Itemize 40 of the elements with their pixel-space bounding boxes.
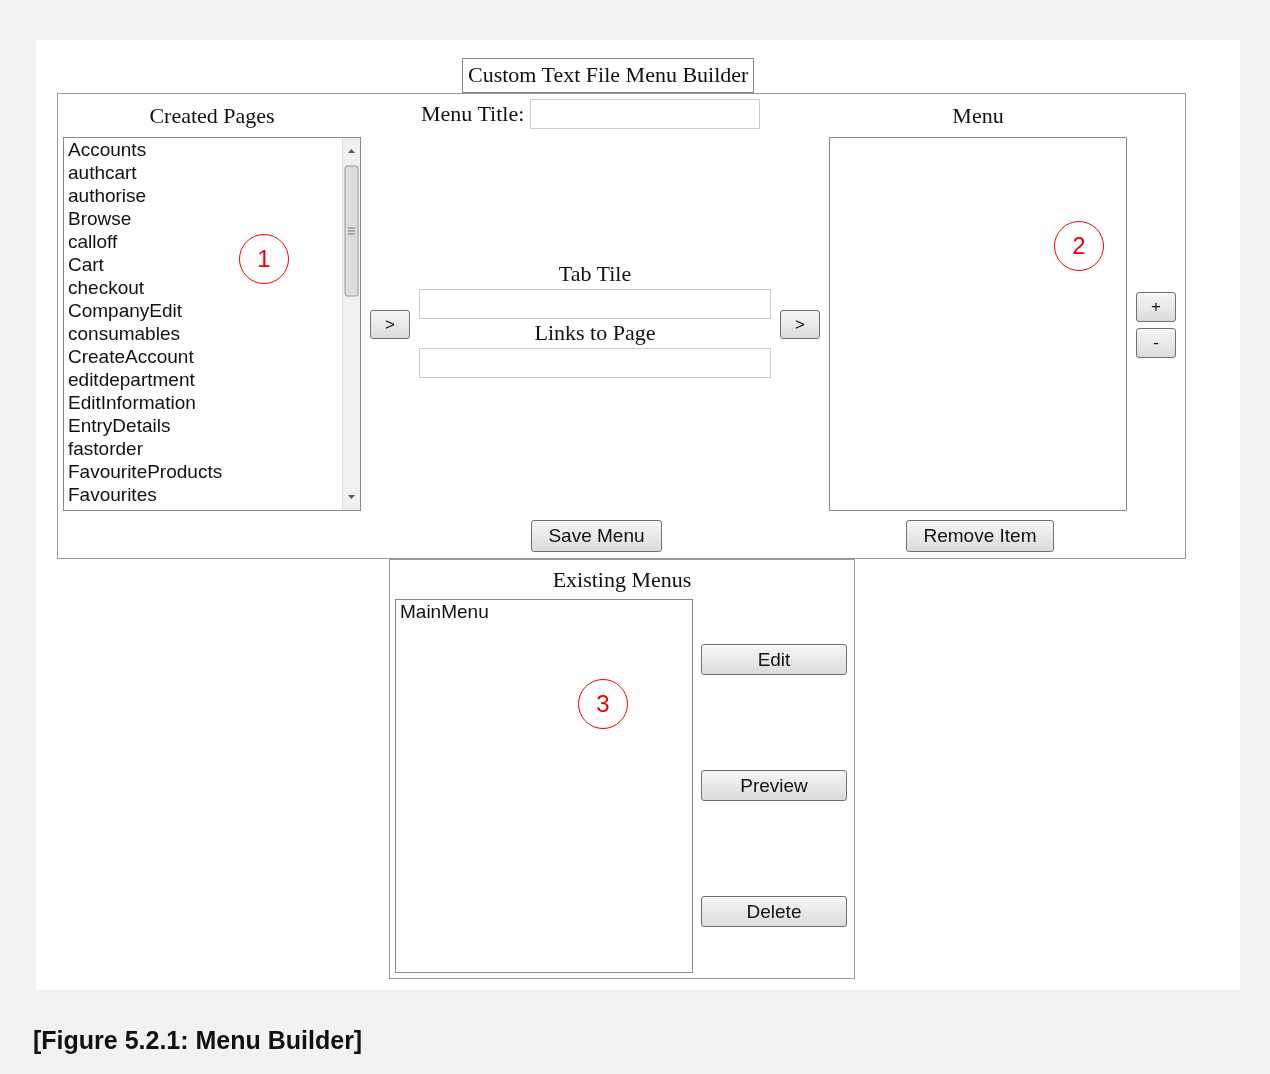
callout-number: 3: [578, 679, 628, 729]
figure-caption: [Figure 5.2.1: Menu Builder]: [33, 1026, 364, 1055]
form-title: Custom Text File Menu Builder: [462, 58, 755, 93]
add-item-button[interactable]: >: [780, 310, 820, 339]
menu-action-button[interactable]: Edit: [701, 644, 847, 675]
field-label: Menu Title:: [421, 101, 525, 127]
list-item[interactable]: editdepartment: [68, 368, 195, 391]
list-heading: Existing Menus: [552, 566, 692, 593]
list-item[interactable]: authcart: [68, 161, 137, 184]
scrollbar[interactable]: [342, 138, 360, 510]
save-menu-button[interactable]: Save Menu: [531, 520, 662, 552]
move-down-button[interactable]: -: [1136, 328, 1176, 358]
list-item[interactable]: Cart: [68, 253, 104, 276]
list-item[interactable]: checkout: [68, 276, 145, 299]
list-item[interactable]: MainMenu: [400, 601, 489, 622]
menu-action-button[interactable]: Delete: [701, 896, 847, 927]
remove-item-button[interactable]: Remove Item: [906, 520, 1054, 552]
list-item[interactable]: Accounts: [68, 138, 147, 161]
move-up-button[interactable]: +: [1136, 292, 1176, 322]
list-item[interactable]: calloff: [68, 230, 118, 253]
list-item[interactable]: EntryDetails: [68, 414, 171, 437]
link-page-field[interactable]: [419, 348, 771, 378]
field-label: Tab Tile: [558, 261, 632, 286]
list-item[interactable]: consumables: [68, 322, 180, 345]
field-label: Links to Page: [534, 320, 656, 345]
list-item[interactable]: Favourites: [68, 483, 157, 506]
list-item[interactable]: Browse: [68, 207, 132, 230]
add-page-button[interactable]: >: [370, 310, 410, 339]
menu-action-button[interactable]: Preview: [701, 770, 847, 801]
list-heading: Menu: [952, 102, 1004, 129]
list-item[interactable]: CreateAccount: [68, 345, 194, 368]
tab-title-field[interactable]: [419, 289, 771, 319]
list-item[interactable]: EditInformation: [68, 391, 196, 414]
menu-listbox[interactable]: [829, 137, 1127, 511]
list-item[interactable]: CompanyEdit: [68, 299, 183, 322]
list-item[interactable]: fastorder: [68, 437, 143, 460]
list-item[interactable]: authorise: [68, 184, 147, 207]
list-item[interactable]: FavouriteProducts: [68, 460, 223, 483]
menu-title-field[interactable]: [530, 99, 761, 129]
list-heading: Created Pages: [149, 102, 275, 129]
